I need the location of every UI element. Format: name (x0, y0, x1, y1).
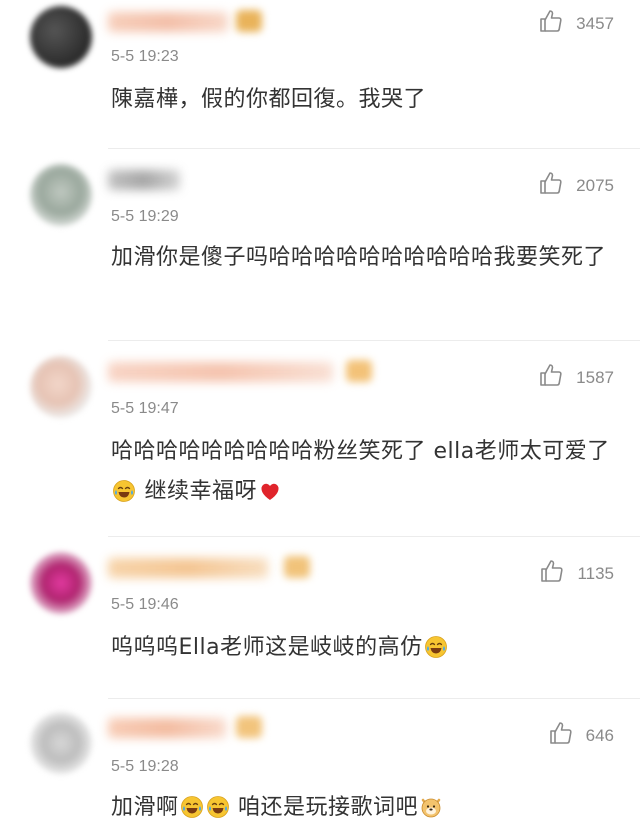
avatar[interactable] (30, 356, 92, 418)
comment-list: 5-5 19:23 3457 陳嘉樺，假的你都回復。我哭了 5-5 19:29 (0, 0, 640, 831)
comment-text-segment: 加滑啊 (111, 795, 179, 820)
avatar[interactable] (30, 712, 92, 774)
username-blurred[interactable] (108, 558, 268, 578)
thumbs-up-icon (538, 170, 564, 201)
divider (108, 536, 640, 537)
thumbs-up-icon (548, 720, 574, 751)
like-count: 1587 (576, 367, 614, 387)
avatar[interactable] (30, 164, 92, 226)
user-badge-blurred (236, 10, 262, 32)
comment-text-segment: 哈哈哈哈哈哈哈哈哈粉丝笑死了 ella老师太可爱了 (111, 439, 610, 464)
like-button[interactable]: 646 (548, 720, 614, 751)
like-count: 3457 (576, 13, 614, 33)
comment-text-segment: 加滑你是傻子吗哈哈哈哈哈哈哈哈哈哈我要笑死了 (111, 245, 607, 270)
comment-text-segment: 咱还是玩接歌词吧 (230, 795, 419, 820)
comment-time: 5-5 19:29 (111, 208, 179, 225)
like-count: 2075 (576, 175, 614, 195)
like-button[interactable]: 1587 (538, 362, 614, 393)
comment-time: 5-5 19:47 (111, 400, 179, 417)
thumbs-up-icon (538, 362, 564, 393)
comment-time: 5-5 19:46 (111, 596, 179, 613)
comment-text-segment: 陳嘉樺，假的你都回復。我哭了 (111, 87, 427, 112)
like-count: 1135 (577, 563, 614, 583)
user-badge-blurred (236, 716, 262, 738)
comment-text: 哈哈哈哈哈哈哈哈哈粉丝笑死了 ella老师太可爱了 继续幸福呀 (111, 432, 631, 512)
laugh-cry-icon (424, 633, 448, 658)
username-blurred[interactable] (108, 362, 333, 382)
user-badge-blurred (346, 360, 372, 382)
laugh-cry-icon (180, 793, 204, 818)
comment-time: 5-5 19:28 (111, 758, 179, 775)
thumbs-up-icon (538, 8, 564, 39)
laugh-cry-icon (206, 793, 230, 818)
divider (108, 698, 640, 699)
username-blurred[interactable] (108, 718, 226, 738)
like-button[interactable]: 1135 (539, 558, 614, 589)
comment-text: 加滑你是傻子吗哈哈哈哈哈哈哈哈哈哈我要笑死了 (111, 238, 611, 278)
thumbs-up-icon (539, 558, 565, 589)
divider (108, 148, 640, 149)
like-button[interactable]: 2075 (538, 170, 614, 201)
doge-icon (419, 793, 443, 818)
user-badge-blurred (284, 556, 310, 578)
avatar[interactable] (30, 552, 92, 614)
red-heart-icon (258, 477, 282, 501)
like-button[interactable]: 3457 (538, 8, 614, 39)
comment-text-segment: 继续幸福呀 (137, 479, 257, 504)
comment-text: 加滑啊 咱还是玩接歌词吧 (111, 788, 611, 828)
avatar[interactable] (30, 6, 92, 68)
laugh-cry-icon (112, 477, 136, 502)
comment-text: 陳嘉樺，假的你都回復。我哭了 (111, 80, 611, 120)
comment-text: 呜呜呜Ella老师这是岐岐的高仿 (111, 628, 611, 668)
comment-text-segment: 呜呜呜Ella老师这是岐岐的高仿 (111, 635, 423, 660)
username-blurred[interactable] (108, 12, 228, 32)
like-count: 646 (585, 725, 614, 745)
divider (108, 340, 640, 341)
username-blurred[interactable] (108, 170, 180, 190)
comment-time: 5-5 19:23 (111, 48, 179, 65)
